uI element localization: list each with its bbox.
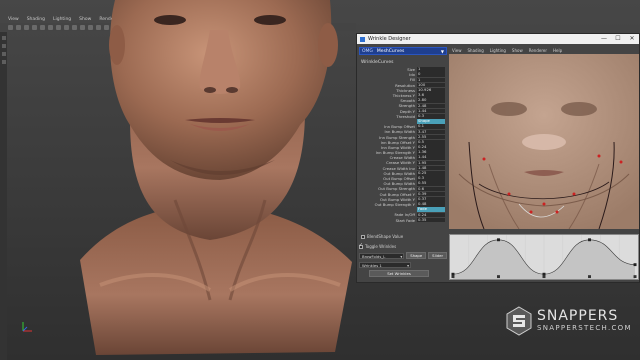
curve-handle[interactable] [633, 263, 637, 267]
toggle-wrinkles-checkbox[interactable] [359, 243, 363, 249]
snappers-logo-mark-icon [506, 306, 532, 336]
param-label: Start Fade [395, 217, 415, 223]
brand-name: SNAPPERS [537, 308, 619, 324]
uv-menu-help[interactable]: Help [553, 48, 562, 53]
blendshape-label: BlendShape Value [367, 234, 404, 239]
maximize-icon[interactable]: ☐ [611, 34, 625, 44]
mesh-select-label: OMG [362, 48, 373, 54]
window-titlebar[interactable]: Wrinkle Designer — ☐ ✕ [357, 34, 639, 44]
uv-texture-view[interactable] [449, 54, 639, 229]
film-gate-icon[interactable] [48, 24, 53, 30]
falloff-curve-editor[interactable] [449, 234, 639, 280]
uv-menu-lighting[interactable]: Lighting [490, 48, 506, 53]
snappers-logo: SNAPPERS SNAPPERSTECH.COM [506, 306, 636, 336]
image-plane-icon[interactable] [32, 24, 37, 30]
param-value-field[interactable]: 0 [417, 72, 445, 78]
lasso-tool-icon[interactable] [1, 44, 6, 48]
shape-button[interactable]: Shape [406, 252, 427, 259]
section-title: WrinkleCurves [361, 60, 394, 65]
mesh-select-dropdown[interactable]: OMG MeshCurves ▼ [359, 47, 447, 55]
param-label: Out Bump Strength Y [374, 201, 415, 207]
grid-icon[interactable] [40, 24, 45, 30]
wrinkle-set-dropdown[interactable]: Wrinkles 1 ▾ [359, 261, 411, 268]
wrinkle-shape-value: BrowFolds_L [362, 253, 386, 259]
curve-handle[interactable] [497, 238, 500, 242]
select-tool-icon[interactable] [1, 36, 6, 40]
wrinkle-shape-dropdown[interactable]: BrowFolds_L ▾ [359, 252, 405, 259]
chevron-down-icon: ▾ [407, 262, 409, 268]
uv-menu-shading[interactable]: Shading [468, 48, 484, 53]
axis-indicator-icon [22, 322, 32, 332]
move-tool-icon[interactable] [1, 60, 6, 64]
curve-key-marker[interactable] [497, 275, 500, 279]
set-wrinkles-button[interactable]: Set Wrinkles [369, 270, 429, 277]
curve-key-marker[interactable] [633, 275, 637, 279]
viewport-menu-shading[interactable]: Shading [27, 17, 45, 22]
close-icon[interactable]: ✕ [625, 34, 639, 44]
param-label: Threshold [396, 113, 415, 119]
blendshape-row: BlendShape Value [361, 234, 403, 239]
slider-button[interactable]: Slider [428, 252, 447, 259]
camera-attributes-icon[interactable] [16, 24, 21, 30]
viewport-menu-view[interactable]: View [8, 17, 19, 22]
chevron-down-icon: ▾ [400, 253, 403, 259]
brand-url: SNAPPERSTECH.COM [537, 324, 632, 332]
param-row: Out Bump Strength Y 0.48 [359, 202, 447, 207]
param-row: Start Fade 0.35 [359, 217, 447, 223]
curve-key-marker[interactable] [588, 275, 591, 279]
param-value-field[interactable]: 1 [417, 67, 445, 72]
viewport-side-toolbar [0, 32, 7, 360]
bookmark-icon[interactable] [24, 24, 29, 30]
curve-handle[interactable] [588, 238, 591, 242]
uv-menubar: View Shading Lighting Show Renderer Help [449, 47, 639, 53]
paint-tool-icon[interactable] [1, 52, 6, 56]
mesh-select-value: MeshCurves [376, 48, 405, 54]
uv-menu-view[interactable]: View [452, 48, 462, 53]
toggle-wrinkles-label: Toggle Wrinkles [365, 244, 397, 249]
head-sculpt-render [80, 0, 352, 355]
uv-editor-area: View Shading Lighting Show Renderer Help [361, 47, 639, 282]
chevron-down-icon: ▼ [440, 48, 444, 54]
curve-key-marker[interactable] [542, 275, 546, 279]
param-row: Threshold 0.3 [359, 113, 447, 119]
uv-menu-renderer[interactable]: Renderer [529, 48, 547, 53]
wrinkle-set-value: Wrinkles 1 [362, 262, 382, 268]
app-icon [360, 36, 365, 42]
wrinkle-designer-window[interactable]: Wrinkle Designer — ☐ ✕ OMG MeshCurves ▼ … [356, 33, 640, 283]
wrinkle-controls: Toggle Wrinkles BrowFolds_L ▾ Shape Slid… [359, 242, 447, 278]
minimize-icon[interactable]: — [597, 34, 611, 44]
param-value-field[interactable]: 0.35 [417, 217, 445, 223]
param-list: Size 1 Idx 0 Fill 1 Resolution 100 Thickness 10.9… [359, 67, 447, 237]
parameter-panel: OMG MeshCurves ▼ WrinkleCurves Size 1 Idx 0… [359, 47, 447, 282]
window-title: Wrinkle Designer [368, 36, 411, 42]
select-camera-icon[interactable] [8, 24, 13, 30]
blendshape-checkbox[interactable] [361, 234, 365, 239]
curve-key-marker[interactable] [451, 275, 455, 279]
uv-menu-show[interactable]: Show [512, 48, 523, 53]
